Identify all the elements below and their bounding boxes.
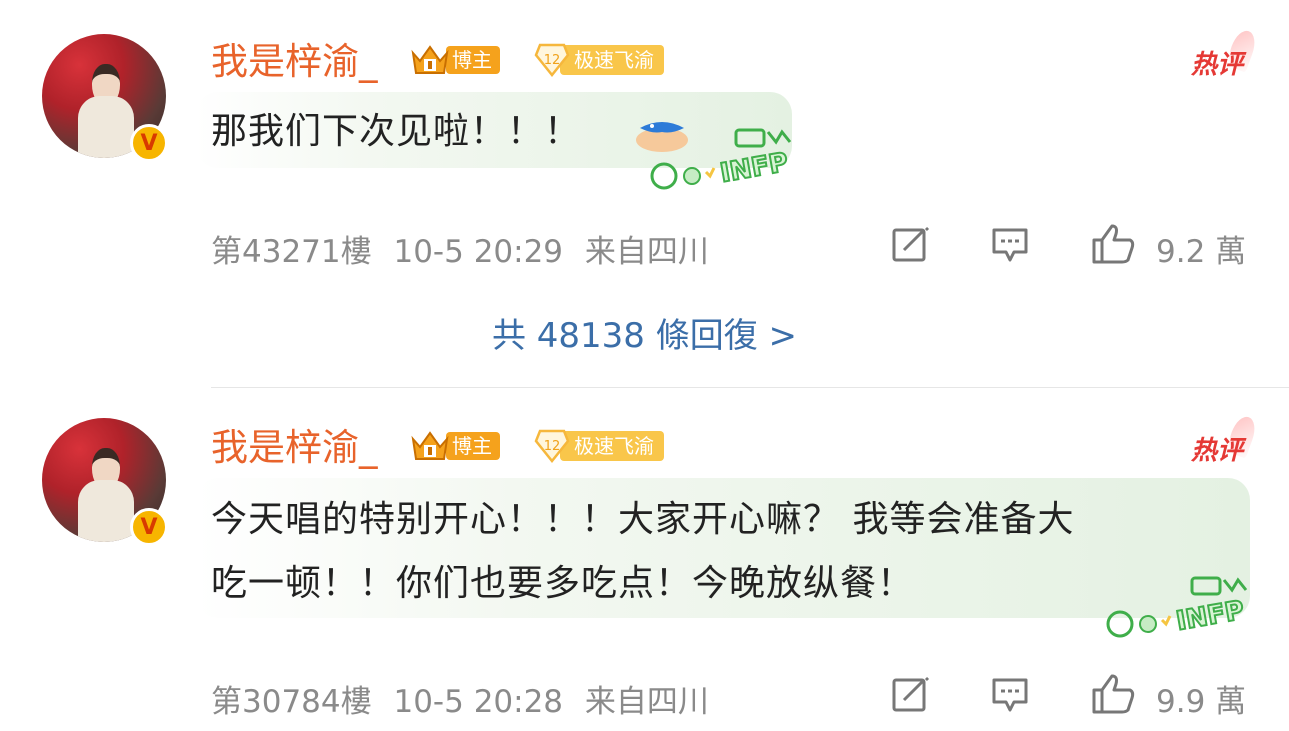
comment-text: 那我们下次见啦！！！ xyxy=(211,111,582,152)
svg-text:12: 12 xyxy=(544,53,561,68)
thumbs-up-icon[interactable] xyxy=(1090,672,1136,716)
view-replies-link[interactable]: 共 48138 條回復 > xyxy=(0,308,1289,357)
comment-meta: 第43271樓 10-5 20:29 来自四川 xyxy=(211,226,721,271)
like-count: 9.2 萬 xyxy=(1156,234,1247,270)
repost-icon[interactable] xyxy=(890,674,930,714)
infp-sticker: INFP xyxy=(1100,574,1270,644)
hot-comment-badge: 热评 xyxy=(1191,44,1243,81)
avatar-photo xyxy=(78,448,134,542)
verified-badge-icon: V xyxy=(130,508,168,546)
comment-icon[interactable] xyxy=(990,674,1030,714)
svg-text:INFP: INFP xyxy=(718,147,790,188)
thumbs-up-icon[interactable] xyxy=(1090,222,1136,266)
floor-number: 第30784樓 xyxy=(211,684,372,720)
location: 来自四川 xyxy=(584,684,709,720)
hot-comment-badge: 热评 xyxy=(1191,430,1243,467)
post-time: 10-5 20:28 xyxy=(393,684,564,720)
avatar-photo xyxy=(78,64,134,158)
svg-text:INFP: INFP xyxy=(1174,595,1246,636)
like-count: 9.9 萬 xyxy=(1156,684,1247,720)
comment-icon[interactable] xyxy=(990,224,1030,264)
repost-icon[interactable] xyxy=(890,224,930,264)
comment-divider xyxy=(211,387,1289,388)
svg-text:12: 12 xyxy=(544,439,561,454)
username[interactable]: 我是梓渝_ xyxy=(211,426,378,470)
host-badge: 博主 xyxy=(410,428,500,464)
fan-level-icon: 12 xyxy=(534,429,570,464)
username[interactable]: 我是梓渝_ xyxy=(211,40,378,84)
crown-icon xyxy=(410,43,450,77)
post-time: 10-5 20:29 xyxy=(393,234,564,270)
floor-number: 第43271樓 xyxy=(211,234,372,270)
fan-level-badge: 12 极速飞渝 xyxy=(534,428,664,464)
infp-sticker: INFP xyxy=(644,126,814,196)
location: 来自四川 xyxy=(584,234,709,270)
host-badge: 博主 xyxy=(410,42,500,78)
crown-icon xyxy=(410,429,450,463)
comment-meta: 第30784樓 10-5 20:28 来自四川 xyxy=(211,676,721,721)
fan-level-badge: 12 极速飞渝 xyxy=(534,42,664,78)
fan-level-icon: 12 xyxy=(534,43,570,78)
verified-badge-icon: V xyxy=(130,124,168,162)
comment-text: 今天唱的特别开心！！！大家开心嘛？ 我等会准备大 吃一顿！！你们也要多吃点！今晚… xyxy=(211,499,1075,604)
